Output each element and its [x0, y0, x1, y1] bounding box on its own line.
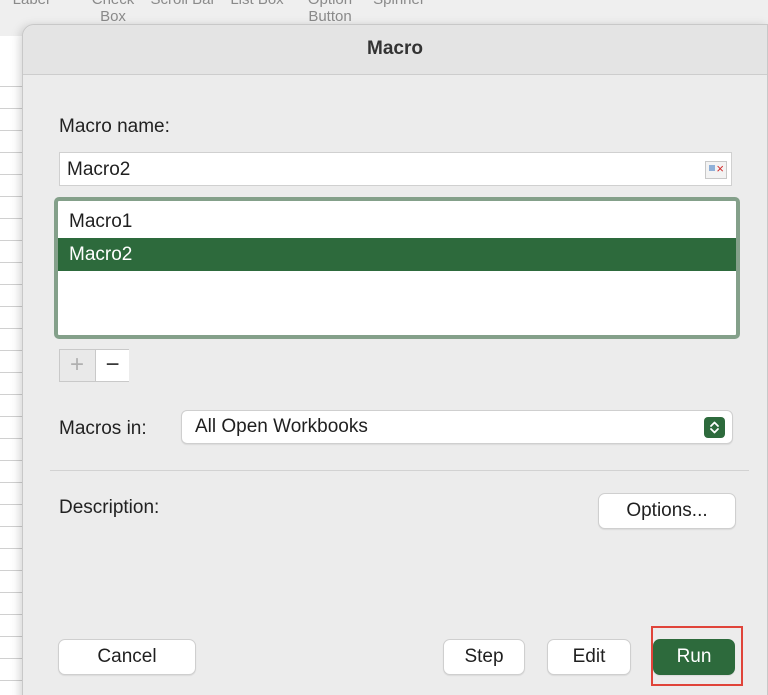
ribbon-checkbox-control[interactable]: Check Box	[78, 0, 148, 25]
macros-in-label: Macros in:	[59, 418, 147, 439]
list-item-macro1[interactable]: Macro1	[58, 205, 736, 238]
macro-name-input[interactable]: Macro2	[59, 152, 732, 186]
ribbon-option-button-control[interactable]: Option Button	[295, 0, 365, 25]
edit-button[interactable]: Edit	[547, 639, 631, 675]
section-divider	[50, 470, 749, 471]
macro-dialog: Macro Macro name: Macro2 Macro1 Macro2 +…	[22, 24, 768, 695]
add-macro-button[interactable]: +	[60, 350, 94, 381]
macros-in-value: All Open Workbooks	[195, 416, 368, 437]
ribbon-listbox-control[interactable]: List Box	[222, 0, 292, 8]
cancel-button[interactable]: Cancel	[58, 639, 196, 675]
ribbon-label-control[interactable]: Label	[0, 0, 66, 8]
dialog-title: Macro	[367, 38, 423, 59]
macro-name-value: Macro2	[67, 159, 131, 180]
macro-list[interactable]: Macro1 Macro2	[54, 197, 740, 339]
options-button[interactable]: Options...	[598, 493, 736, 529]
run-button-highlight	[651, 626, 743, 686]
ribbon-scrollbar-control[interactable]: Scroll Bar	[148, 0, 218, 8]
up-down-chevron-icon[interactable]	[704, 417, 725, 438]
step-button[interactable]: Step	[443, 639, 525, 675]
description-label: Description:	[59, 497, 160, 518]
ribbon-spinner-control[interactable]: Spinner	[364, 0, 434, 8]
macro-name-label: Macro name:	[59, 116, 170, 137]
cell-reference-icon[interactable]	[705, 161, 727, 179]
dialog-titlebar: Macro	[23, 25, 767, 75]
macros-in-select[interactable]: All Open Workbooks	[181, 410, 733, 444]
add-remove-group: + −	[59, 349, 129, 382]
remove-macro-button[interactable]: −	[95, 350, 129, 381]
list-item-macro2[interactable]: Macro2	[58, 238, 736, 271]
